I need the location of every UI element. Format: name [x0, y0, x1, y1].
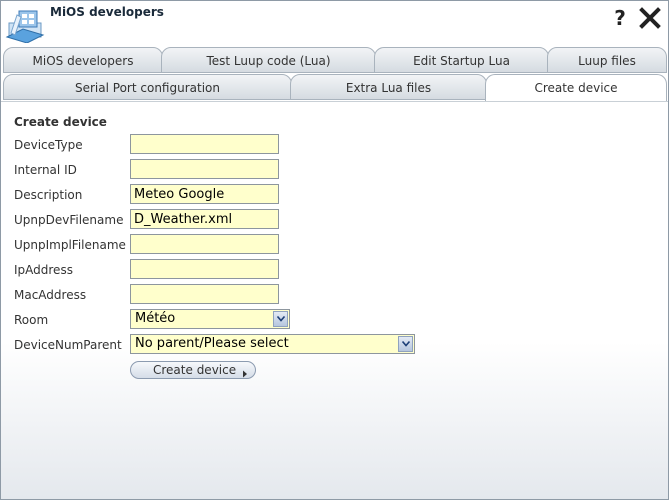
help-icon[interactable]: ?	[609, 5, 631, 31]
tab-mios-developers[interactable]: MiOS developers	[3, 47, 163, 73]
ip-address-label: IpAddress	[14, 263, 73, 277]
upnp-impl-filename-label: UpnpImplFilename	[14, 238, 126, 252]
room-select[interactable]: Météo	[130, 309, 290, 329]
description-label: Description	[14, 188, 83, 202]
device-num-parent-label: DeviceNumParent	[14, 338, 122, 352]
device-type-input[interactable]	[130, 134, 279, 154]
app-window: MiOS developers ? MiOS developers Test L…	[0, 0, 669, 500]
chevron-right-icon	[242, 366, 248, 382]
close-icon[interactable]	[637, 5, 663, 31]
chevron-down-icon[interactable]	[273, 311, 288, 327]
chevron-down-icon[interactable]	[398, 336, 413, 352]
room-label: Room	[14, 313, 49, 327]
section-title: Create device	[14, 115, 107, 129]
tab-extra-lua-files[interactable]: Extra Lua files	[290, 74, 487, 100]
title-bar: MiOS developers ?	[1, 1, 668, 45]
tab-create-device[interactable]: Create device	[485, 74, 667, 102]
internal-id-input[interactable]	[130, 159, 279, 179]
internal-id-label: Internal ID	[14, 163, 77, 177]
tab-row-secondary: Serial Port configuration Extra Lua file…	[1, 74, 668, 102]
window-title: MiOS developers	[50, 5, 164, 19]
tab-row-primary: MiOS developers Test Luup code (Lua) Edi…	[1, 47, 668, 74]
parent-selected-value: No parent/Please select	[135, 336, 289, 351]
mac-address-input[interactable]	[130, 284, 279, 304]
create-device-button-label: Create device	[153, 363, 237, 377]
mac-address-label: MacAddress	[14, 288, 87, 302]
tab-edit-startup-lua[interactable]: Edit Startup Lua	[374, 47, 549, 73]
create-device-panel: Create device DeviceType Internal ID Des…	[1, 101, 668, 499]
create-device-button[interactable]: Create device	[130, 361, 256, 379]
mios-logo-icon	[5, 3, 45, 44]
upnp-dev-filename-input[interactable]	[130, 209, 279, 229]
upnp-impl-filename-input[interactable]	[130, 234, 279, 254]
device-type-label: DeviceType	[14, 138, 83, 152]
upnp-dev-filename-label: UpnpDevFilename	[14, 213, 124, 227]
ip-address-input[interactable]	[130, 259, 279, 279]
device-num-parent-select[interactable]: No parent/Please select	[130, 334, 415, 354]
tab-luup-files[interactable]: Luup files	[547, 47, 667, 73]
description-input[interactable]	[130, 184, 279, 204]
room-selected-value: Météo	[135, 311, 176, 326]
tab-test-luup-code[interactable]: Test Luup code (Lua)	[161, 47, 376, 73]
tab-serial-port-configuration[interactable]: Serial Port configuration	[3, 74, 292, 100]
